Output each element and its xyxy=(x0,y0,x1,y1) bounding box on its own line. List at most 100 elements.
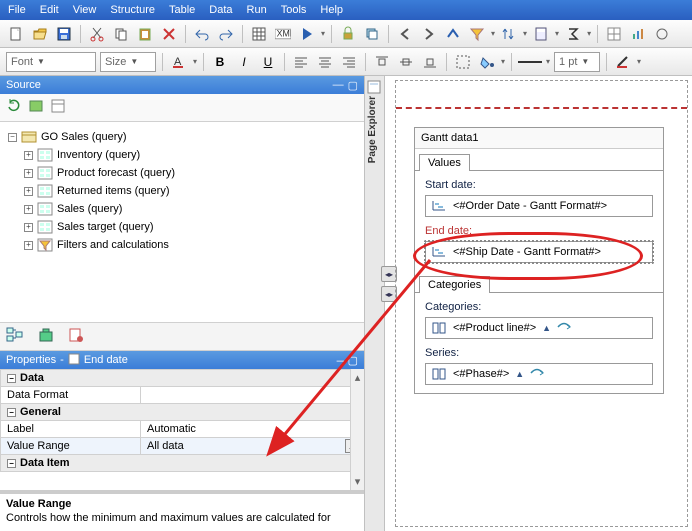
valign-bot-icon[interactable] xyxy=(420,52,440,72)
align-left-icon[interactable] xyxy=(291,52,311,72)
calc-icon[interactable] xyxy=(531,24,551,44)
page-explorer-tab[interactable]: Page Explorer xyxy=(365,76,385,531)
tree-item[interactable]: +Product forecast (query) xyxy=(8,164,356,182)
open-icon[interactable] xyxy=(30,24,50,44)
collapse-icon[interactable]: − xyxy=(8,133,17,142)
prop-value[interactable]: All data… xyxy=(141,438,364,455)
redo-icon[interactable] xyxy=(216,24,236,44)
align-right-icon[interactable] xyxy=(339,52,359,72)
start-date-slot[interactable]: <#Order Date - Gantt Format#> xyxy=(425,195,653,217)
valign-top-icon[interactable] xyxy=(372,52,392,72)
prop-value[interactable] xyxy=(141,387,364,404)
fill-icon[interactable] xyxy=(477,52,497,72)
drill-arrow-icon[interactable] xyxy=(530,368,544,381)
menu-file[interactable]: File xyxy=(8,4,26,16)
arrow-right-icon[interactable] xyxy=(419,24,439,44)
tree-item[interactable]: +Returned items (query) xyxy=(8,182,356,200)
properties-grid[interactable]: −Data Data Format −General LabelAutomati… xyxy=(0,369,364,491)
menu-help[interactable]: Help xyxy=(320,4,343,16)
expand-icon[interactable]: + xyxy=(24,205,33,214)
expand-icon[interactable]: + xyxy=(24,169,33,178)
menu-tools[interactable]: Tools xyxy=(281,4,307,16)
menu-run[interactable]: Run xyxy=(247,4,267,16)
prop-row[interactable]: Data Format xyxy=(1,387,364,404)
expand-icon[interactable]: + xyxy=(24,187,33,196)
arrow-left-icon[interactable] xyxy=(395,24,415,44)
font-color-icon[interactable]: A xyxy=(169,52,189,72)
expand-icon[interactable]: + xyxy=(24,151,33,160)
font-combo[interactable]: Font▼ xyxy=(6,52,96,72)
layers-icon[interactable] xyxy=(362,24,382,44)
series-slot[interactable]: <#Phase#> ▲ xyxy=(425,363,653,385)
border-icon[interactable] xyxy=(453,52,473,72)
menu-table[interactable]: Table xyxy=(169,4,195,16)
grid-icon[interactable] xyxy=(604,24,624,44)
panel-rest-icon[interactable]: ▢ xyxy=(348,355,358,367)
cut-icon[interactable] xyxy=(87,24,107,44)
run-icon[interactable] xyxy=(297,24,317,44)
drill-arrow-icon[interactable] xyxy=(557,322,571,335)
valign-mid-icon[interactable] xyxy=(396,52,416,72)
source-tree[interactable]: − GO Sales (query) +Inventory (query) +P… xyxy=(0,122,364,322)
prop-row[interactable]: LabelAutomatic xyxy=(1,421,364,438)
tab-other-icon[interactable] xyxy=(68,327,84,346)
lock-icon[interactable] xyxy=(338,24,358,44)
package-icon[interactable] xyxy=(28,98,44,117)
tab-data-items-icon[interactable] xyxy=(6,327,24,346)
arrow-up-icon[interactable] xyxy=(443,24,463,44)
panel-min-icon[interactable]: — xyxy=(333,79,344,92)
tree-item[interactable]: +Sales target (query) xyxy=(8,218,356,236)
chart-icon[interactable] xyxy=(628,24,648,44)
sort-icon[interactable] xyxy=(499,24,519,44)
align-center-icon[interactable] xyxy=(315,52,335,72)
tree-item[interactable]: +Filters and calculations xyxy=(8,236,356,254)
sort-asc-icon[interactable]: ▲ xyxy=(542,323,551,333)
tab-categories[interactable]: Categories xyxy=(419,276,490,293)
collapse-icon[interactable]: − xyxy=(7,459,16,468)
underline-icon[interactable]: U xyxy=(258,52,278,72)
bold-icon[interactable]: B xyxy=(210,52,230,72)
new-icon[interactable] xyxy=(6,24,26,44)
refresh-icon[interactable] xyxy=(6,98,22,117)
sigma-icon[interactable] xyxy=(563,24,583,44)
menu-edit[interactable]: Edit xyxy=(40,4,59,16)
filter-icon[interactable] xyxy=(467,24,487,44)
expand-icon[interactable]: + xyxy=(24,241,33,250)
menu-view[interactable]: View xyxy=(73,4,97,16)
xml-icon[interactable]: XML xyxy=(273,24,293,44)
gantt-slot-icon xyxy=(431,199,447,213)
italic-icon[interactable]: I xyxy=(234,52,254,72)
tree-item[interactable]: +Inventory (query) xyxy=(8,146,356,164)
copy-icon[interactable] xyxy=(111,24,131,44)
expand-icon[interactable]: + xyxy=(24,223,33,232)
panel-min-icon[interactable]: — xyxy=(337,355,348,367)
menu-data[interactable]: Data xyxy=(209,4,232,16)
report-canvas[interactable]: Gantt data1 Values Start date: <#Order D… xyxy=(395,80,688,527)
paste-icon[interactable] xyxy=(135,24,155,44)
prop-row-selected[interactable]: Value RangeAll data… xyxy=(1,438,364,455)
panel-rest-icon[interactable]: ▢ xyxy=(348,79,358,92)
delete-icon[interactable] xyxy=(159,24,179,44)
gantt-data-container[interactable]: Gantt data1 Values Start date: <#Order D… xyxy=(414,127,664,394)
tool-icon[interactable] xyxy=(652,24,672,44)
undo-icon[interactable] xyxy=(192,24,212,44)
scrollbar[interactable]: ▴▾ xyxy=(350,369,364,490)
prop-value[interactable]: Automatic xyxy=(141,421,364,438)
table-icon[interactable] xyxy=(249,24,269,44)
collapse-icon[interactable]: − xyxy=(7,374,16,383)
tree-item[interactable]: +Sales (query) xyxy=(8,200,356,218)
line-weight-combo[interactable]: 1 pt▼ xyxy=(554,52,600,72)
line-color-icon[interactable] xyxy=(613,52,633,72)
end-date-slot[interactable]: <#Ship Date - Gantt Format#> xyxy=(425,241,653,263)
size-combo[interactable]: Size▼ xyxy=(100,52,156,72)
tab-values[interactable]: Values xyxy=(419,154,470,171)
sort-asc-icon[interactable]: ▲ xyxy=(515,369,524,379)
menu-structure[interactable]: Structure xyxy=(110,4,155,16)
view-icon[interactable] xyxy=(50,98,66,117)
tree-root[interactable]: − GO Sales (query) xyxy=(8,128,356,146)
tab-toolbox-icon[interactable] xyxy=(38,327,54,346)
categories-slot[interactable]: <#Product line#> ▲ xyxy=(425,317,653,339)
save-icon[interactable] xyxy=(54,24,74,44)
collapse-icon[interactable]: − xyxy=(7,408,16,417)
prop-key: Data Format xyxy=(1,387,141,404)
